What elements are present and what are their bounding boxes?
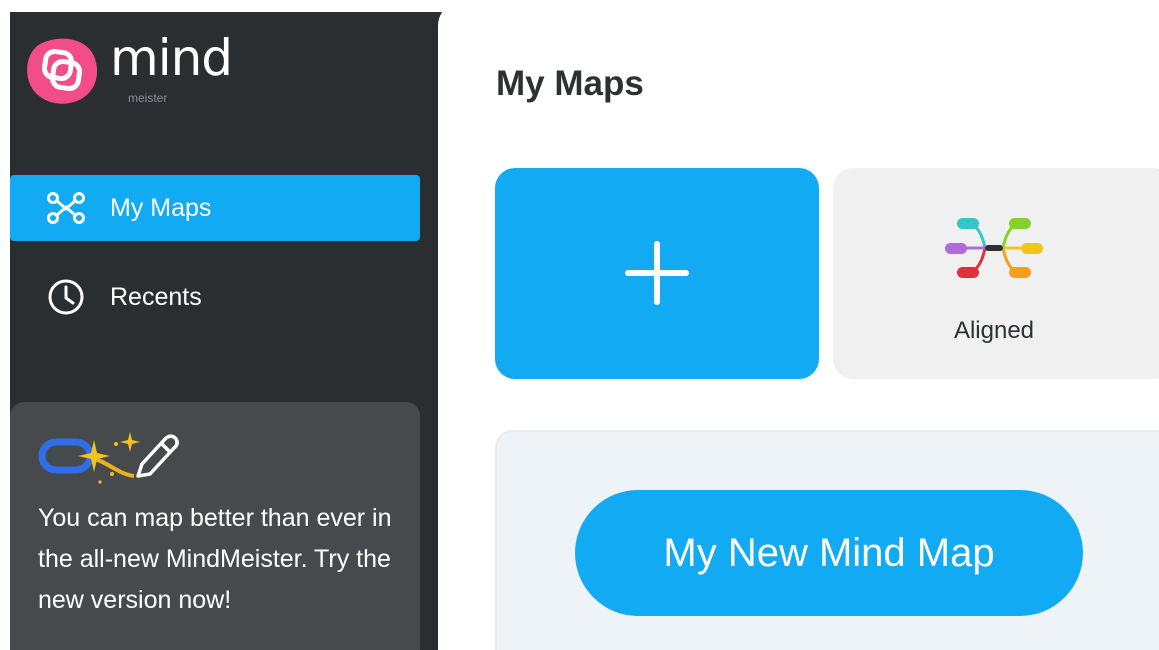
template-card-aligned[interactable]: Aligned xyxy=(833,168,1159,379)
top-edge xyxy=(0,0,460,12)
page-title: My Maps xyxy=(496,64,644,103)
clock-icon xyxy=(44,275,88,319)
magic-wand-pencil-icon xyxy=(38,432,179,484)
brand-name: mind xyxy=(110,29,233,87)
brand-subtitle: meister xyxy=(128,91,168,105)
template-label: Aligned xyxy=(953,317,1035,344)
new-map-button[interactable] xyxy=(495,168,819,379)
sidebar-item-label: Recents xyxy=(110,282,202,311)
mindmeister-logo-icon[interactable] xyxy=(26,36,100,104)
left-edge xyxy=(0,0,10,650)
plus-icon xyxy=(625,241,689,305)
sidebar-item-recents[interactable]: Recents xyxy=(10,264,420,330)
sidebar-item-my-maps[interactable]: My Maps xyxy=(10,175,420,241)
app-window: mind meister My Maps Recents You can map… xyxy=(0,0,1159,650)
aligned-mind-map-template-icon xyxy=(945,218,1043,278)
sidebar-item-label: My Maps xyxy=(110,193,212,222)
map-title-button[interactable]: My New Mind Map xyxy=(575,490,1083,616)
promo-card[interactable]: You can map better than ever in the all-… xyxy=(10,402,420,650)
promo-text: You can map better than ever in the all-… xyxy=(38,504,392,614)
mind-map-icon xyxy=(44,186,88,230)
